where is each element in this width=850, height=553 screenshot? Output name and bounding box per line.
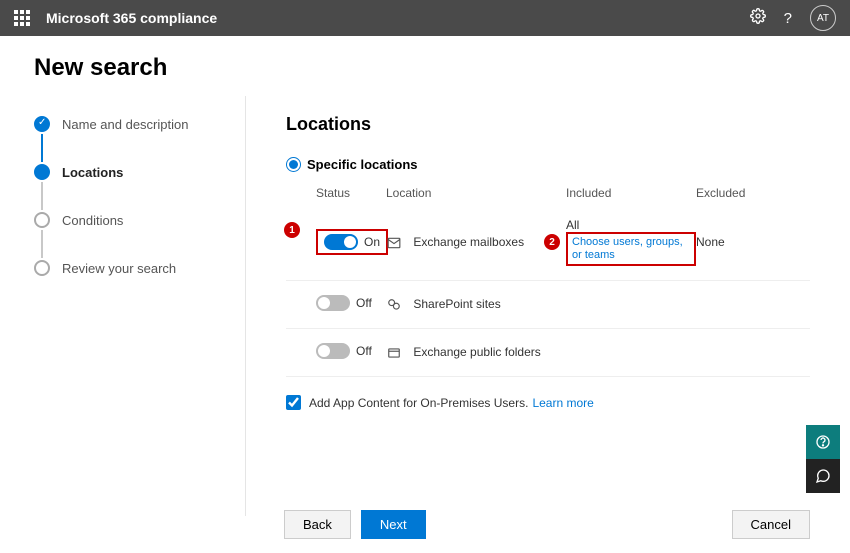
location-name: Exchange mailboxes [413,235,524,249]
step-connector [41,182,43,210]
public-folder-icon [386,346,402,360]
table-header: Status Location Included Excluded [286,186,810,204]
waffle-icon[interactable] [14,10,30,26]
col-included: Included [566,186,696,200]
wizard-steps: Name and description Locations Condition… [0,96,246,516]
main-panel: Locations Specific locations Status Loca… [246,96,850,516]
checkbox-label: Add App Content for On-Premises Users. [309,396,528,410]
table-row: Off SharePoint sites [286,281,810,329]
feedback-float-icon[interactable] [806,459,840,493]
status-toggle-highlight: On [316,229,388,255]
choose-users-link[interactable]: Choose users, groups, or teams [572,236,690,262]
radio-input[interactable] [286,157,301,172]
cancel-button[interactable]: Cancel [732,510,810,539]
status-toggle[interactable] [316,343,350,359]
page-title: New search [0,36,850,96]
avatar[interactable]: AT [810,5,836,31]
add-app-content-checkbox[interactable]: Add App Content for On-Premises Users. L… [286,395,810,410]
table-row: 1 On Exchange mailboxes All 2 [286,204,810,281]
excluded-value: None [696,235,810,249]
status-toggle-box: Off [316,343,372,359]
col-excluded: Excluded [696,186,810,200]
pending-step-icon [34,212,50,228]
step-label: Review your search [62,261,176,276]
step-review[interactable]: Review your search [34,258,245,278]
app-title: Microsoft 365 compliance [46,10,217,26]
step-locations[interactable]: Locations [34,162,245,182]
step-conditions[interactable]: Conditions [34,210,245,230]
learn-more-link[interactable]: Learn more [532,396,593,410]
location-name: Exchange public folders [413,345,540,359]
annotation-badge-1: 1 [284,222,300,238]
step-connector [41,134,43,162]
status-toggle[interactable] [324,234,358,250]
radio-label: Specific locations [307,157,418,172]
col-location: Location [386,186,566,200]
included-value: All [566,218,696,232]
next-button[interactable]: Next [361,510,426,539]
wizard-footer: Back Next Cancel [0,510,850,539]
gear-icon[interactable] [750,8,766,29]
help-float-icon[interactable] [806,425,840,459]
locations-table: Status Location Included Excluded 1 On [286,186,810,376]
location-name: SharePoint sites [413,297,500,311]
step-name-description[interactable]: Name and description [34,114,245,134]
toggle-label: Off [356,344,372,358]
toggle-label: On [364,235,380,249]
step-label: Conditions [62,213,123,228]
back-button[interactable]: Back [284,510,351,539]
section-heading: Locations [286,114,810,135]
step-label: Locations [62,165,123,180]
table-row: Off Exchange public folders [286,329,810,376]
specific-locations-radio[interactable]: Specific locations [286,157,810,172]
step-label: Name and description [62,117,188,132]
help-icon[interactable]: ? [784,10,792,27]
app-header: Microsoft 365 compliance ? AT [0,0,850,36]
col-status: Status [286,186,386,200]
float-actions [806,425,840,493]
pending-step-icon [34,260,50,276]
toggle-label: Off [356,296,372,310]
choose-users-highlight: Choose users, groups, or teams [566,232,696,266]
status-toggle[interactable] [316,295,350,311]
status-toggle-box: Off [316,295,372,311]
sharepoint-icon [386,298,402,312]
exchange-icon [386,236,402,250]
checkbox-input[interactable] [286,395,301,410]
step-connector [41,230,43,258]
current-step-icon [34,164,50,180]
content-area: Name and description Locations Condition… [0,96,850,516]
annotation-badge-2: 2 [544,234,560,250]
check-icon [34,116,50,132]
